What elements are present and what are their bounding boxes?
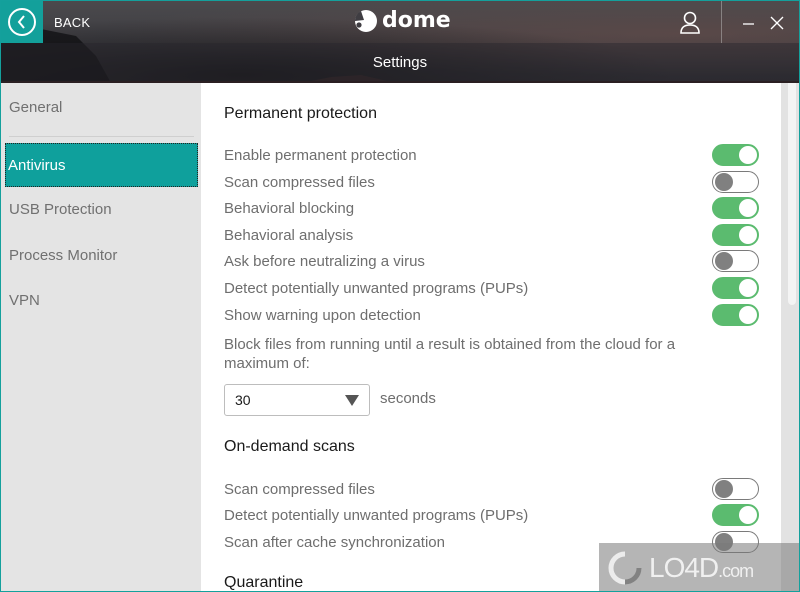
setting-row: Enable permanent protection — [224, 142, 759, 168]
toggle-knob — [715, 480, 733, 498]
toggle-knob — [739, 279, 757, 297]
back-button[interactable] — [1, 1, 43, 43]
sidebar-item-process-monitor[interactable]: Process Monitor — [1, 233, 201, 277]
setting-row: Detect potentially unwanted programs (PU… — [224, 275, 759, 301]
minimize-icon[interactable] — [738, 13, 758, 33]
watermark-suffix: .com — [718, 561, 754, 581]
toggle-ondemand-scan-compressed[interactable] — [712, 478, 759, 500]
setting-row: Show warning upon detection — [224, 302, 759, 328]
toggle-knob — [715, 173, 733, 191]
logo-text: dome — [382, 8, 451, 33]
sidebar-divider — [9, 136, 194, 137]
setting-label: Detect potentially unwanted programs (PU… — [224, 506, 529, 524]
settings-content: Permanent protection Enable permanent pr… — [201, 83, 781, 591]
setting-label: Scan compressed files — [224, 173, 375, 191]
toggle-detect-pups[interactable] — [712, 277, 759, 299]
chevron-left-icon — [8, 8, 36, 36]
panda-logo-icon — [354, 10, 377, 32]
app-window: BACK dome Settings General Antivirus USB… — [0, 0, 800, 592]
setting-label: Enable permanent protection — [224, 146, 417, 164]
toggle-scan-compressed-files[interactable] — [712, 171, 759, 193]
page-title: Settings — [372, 53, 428, 71]
sidebar-item-general[interactable]: General — [1, 85, 201, 129]
setting-label: Scan compressed files — [224, 480, 375, 498]
watermark-main: LO4D — [649, 552, 719, 583]
sidebar-item-antivirus[interactable]: Antivirus — [5, 143, 198, 187]
caret-down-icon — [345, 394, 359, 406]
setting-label: Detect potentially unwanted programs (PU… — [224, 279, 529, 297]
title-bar: Settings — [1, 43, 799, 81]
close-icon[interactable] — [767, 13, 787, 33]
toggle-behavioral-blocking[interactable] — [712, 197, 759, 219]
sidebar-item-usb-protection[interactable]: USB Protection — [1, 187, 201, 231]
vertical-scrollbar[interactable] — [781, 83, 799, 591]
seconds-label: seconds — [380, 390, 436, 407]
sidebar: General Antivirus USB Protection Process… — [1, 83, 201, 591]
toggle-show-warning[interactable] — [712, 304, 759, 326]
watermark: LO4D.com — [599, 543, 799, 591]
watermark-logo-icon — [608, 551, 642, 585]
setting-row: Behavioral analysis — [224, 222, 759, 248]
dropdown-value: 30 — [235, 392, 251, 408]
toggle-knob — [739, 199, 757, 217]
section-title-quarantine: Quarantine — [224, 574, 304, 591]
cloud-timeout-dropdown[interactable]: 30 — [224, 384, 370, 416]
setting-label: Ask before neutralizing a virus — [224, 252, 425, 270]
toggle-ask-before-neutralizing[interactable] — [712, 250, 759, 272]
toggle-knob — [739, 146, 757, 164]
setting-row: Behavioral blocking — [224, 195, 759, 221]
sidebar-item-vpn[interactable]: VPN — [1, 278, 201, 322]
scrollbar-thumb[interactable] — [788, 83, 796, 305]
setting-row: Scan compressed files — [224, 476, 759, 502]
setting-row: Detect potentially unwanted programs (PU… — [224, 502, 759, 528]
setting-label: Show warning upon detection — [224, 306, 421, 324]
setting-label: Behavioral analysis — [224, 226, 354, 244]
section-title-permanent-protection: Permanent protection — [224, 105, 377, 122]
toggle-knob — [715, 252, 733, 270]
setting-label: Scan after cache synchronization — [224, 533, 445, 551]
header: BACK dome Settings — [1, 1, 799, 83]
toggle-knob — [739, 226, 757, 244]
cloud-block-description: Block files from running until a result … — [224, 336, 676, 372]
user-account-icon[interactable] — [679, 11, 701, 35]
toggle-ondemand-detect-pups[interactable] — [712, 504, 759, 526]
toggle-knob — [739, 306, 757, 324]
section-title-on-demand-scans: On-demand scans — [224, 438, 355, 455]
toggle-behavioral-analysis[interactable] — [712, 224, 759, 246]
setting-row: Ask before neutralizing a virus — [224, 248, 759, 274]
setting-row: Scan compressed files — [224, 169, 759, 195]
watermark-text: LO4D.com — [649, 552, 754, 584]
back-label[interactable]: BACK — [54, 15, 90, 30]
dome-logo: dome — [353, 8, 451, 34]
toggle-enable-permanent-protection[interactable] — [712, 144, 759, 166]
setting-label: Behavioral blocking — [224, 199, 355, 217]
toggle-knob — [739, 506, 757, 524]
header-divider — [721, 1, 722, 43]
